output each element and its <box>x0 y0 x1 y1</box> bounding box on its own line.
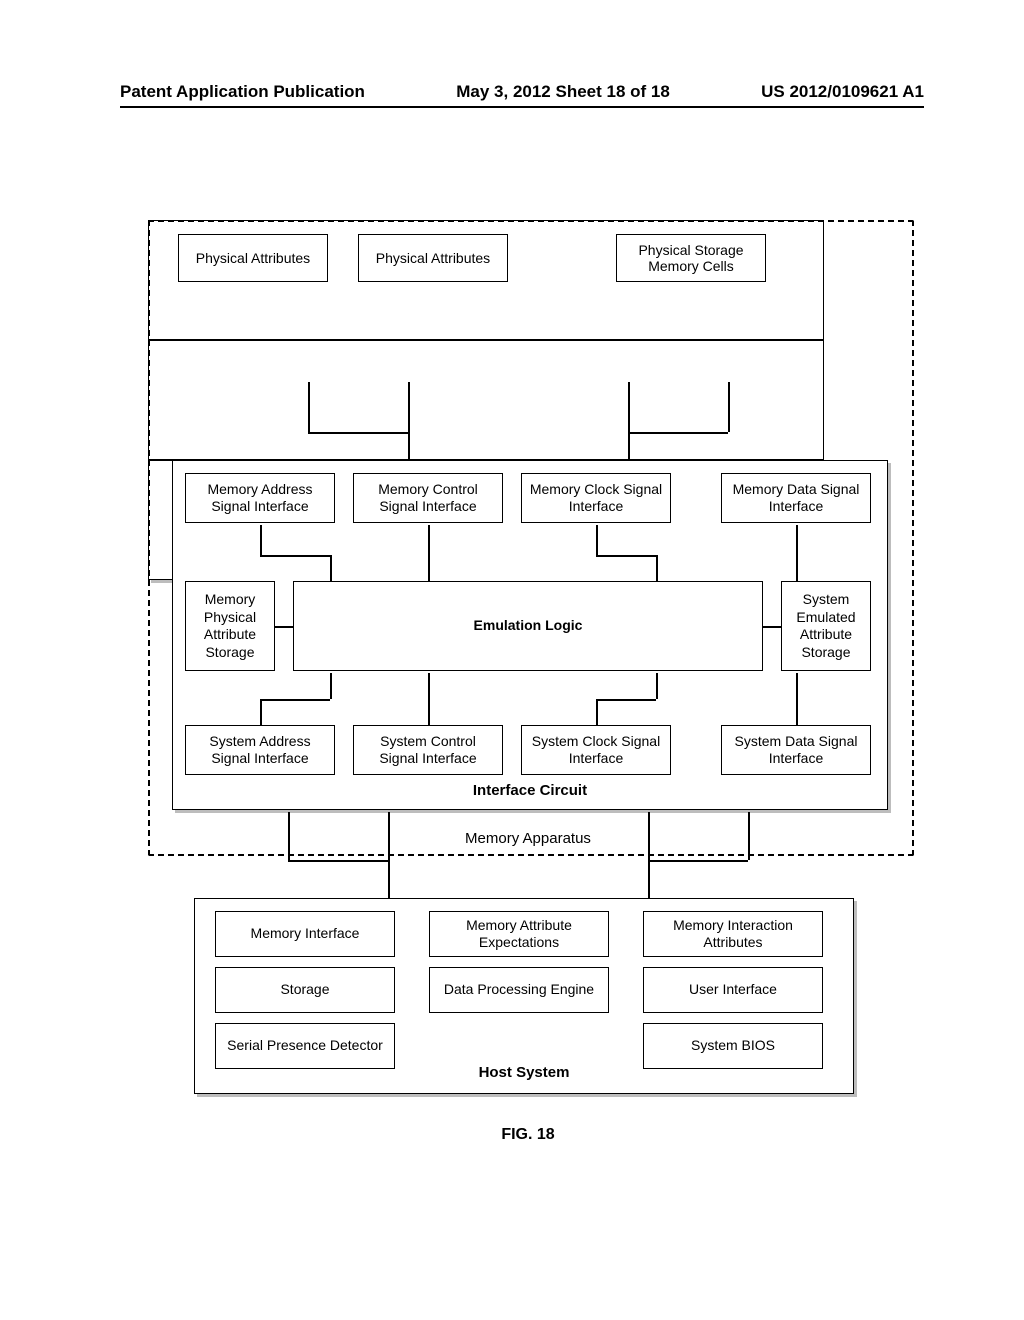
conn-memclk-drop <box>656 555 658 581</box>
conn-host-l2v <box>388 812 390 900</box>
pmc-stack-mid <box>148 340 824 460</box>
sys-data-iface: System Data Signal Interface <box>721 725 871 775</box>
conn-host-r1v <box>648 812 650 900</box>
figure-label: FIG. 18 <box>148 1126 908 1144</box>
conn-sysaddr-up <box>330 673 332 699</box>
host-ui: User Interface <box>643 967 823 1013</box>
conn-host-l1h <box>288 860 388 862</box>
conn-memaddr-drop <box>330 555 332 581</box>
conn-host-r1h <box>648 860 748 862</box>
host-dpe: Data Processing Engine <box>429 967 609 1013</box>
host-mem-inter-attr: Memory Interaction Attributes <box>643 911 823 957</box>
interface-circuit-block: Memory Address Signal Interface Memory C… <box>172 460 888 810</box>
conn-pmc-left-drop <box>408 382 410 462</box>
host-spd: Serial Presence Detector <box>215 1023 395 1069</box>
figure-diagram: Physical Attributes Physical Attributes … <box>148 220 908 580</box>
mem-phys-attr-storage: Memory Physical Attribute Storage <box>185 581 275 671</box>
mem-addr-iface: Memory Address Signal Interface <box>185 473 335 523</box>
host-mem-iface: Memory Interface <box>215 911 395 957</box>
conn-sysctrl-v <box>428 673 430 725</box>
sys-clk-iface: System Clock Signal Interface <box>521 725 671 775</box>
conn-pmc-left-v <box>308 382 310 432</box>
mem-ctrl-iface: Memory Control Signal Interface <box>353 473 503 523</box>
conn-host-r2v <box>748 812 750 860</box>
conn-emul-sea <box>763 626 781 628</box>
conn-host-l1v <box>288 812 290 860</box>
conn-memclk-h <box>596 555 656 557</box>
host-mem-attr-exp: Memory Attribute Expectations <box>429 911 609 957</box>
emulation-logic: Emulation Logic <box>293 581 763 671</box>
conn-pmc-right-h <box>628 432 728 434</box>
sys-emu-attr-storage: System Emulated Attribute Storage <box>781 581 871 671</box>
host-bios: System BIOS <box>643 1023 823 1069</box>
header-right: US 2012/0109621 A1 <box>761 82 924 102</box>
pmc-cells: Physical Storage Memory Cells <box>616 234 766 282</box>
pmc-attr1: Physical Attributes <box>178 234 328 282</box>
sys-ctrl-iface: System Control Signal Interface <box>353 725 503 775</box>
host-system-block: Memory Interface Memory Attribute Expect… <box>194 898 854 1094</box>
mem-data-iface: Memory Data Signal Interface <box>721 473 871 523</box>
conn-sysclk-up <box>656 673 658 699</box>
conn-memaddr-h <box>260 555 330 557</box>
pmc-attr2: Physical Attributes <box>358 234 508 282</box>
conn-sysdata-v <box>796 673 798 725</box>
conn-sysclk-v <box>596 699 598 725</box>
mem-clk-iface: Memory Clock Signal Interface <box>521 473 671 523</box>
header-center: May 3, 2012 Sheet 18 of 18 <box>456 82 670 102</box>
page-header: Patent Application Publication May 3, 20… <box>120 82 924 108</box>
conn-pmc-left-h <box>308 432 408 434</box>
conn-pmc-right-v <box>728 382 730 432</box>
conn-pmc-right-drop <box>628 382 630 462</box>
conn-sysaddr-h <box>260 699 330 701</box>
header-left: Patent Application Publication <box>120 82 365 102</box>
sys-addr-iface: System Address Signal Interface <box>185 725 335 775</box>
conn-sysaddr-v <box>260 699 262 725</box>
conn-sysclk-h <box>596 699 656 701</box>
host-storage: Storage <box>215 967 395 1013</box>
conn-memctrl-v <box>428 525 430 581</box>
host-system-title: Host System <box>195 1064 853 1083</box>
conn-mpa-emul <box>275 626 293 628</box>
conn-memclk-v <box>596 525 598 555</box>
conn-memaddr-v <box>260 525 262 555</box>
memory-apparatus-label: Memory Apparatus <box>148 830 908 847</box>
interface-circuit-title: Interface Circuit <box>173 782 887 801</box>
conn-memdata-v <box>796 525 798 581</box>
